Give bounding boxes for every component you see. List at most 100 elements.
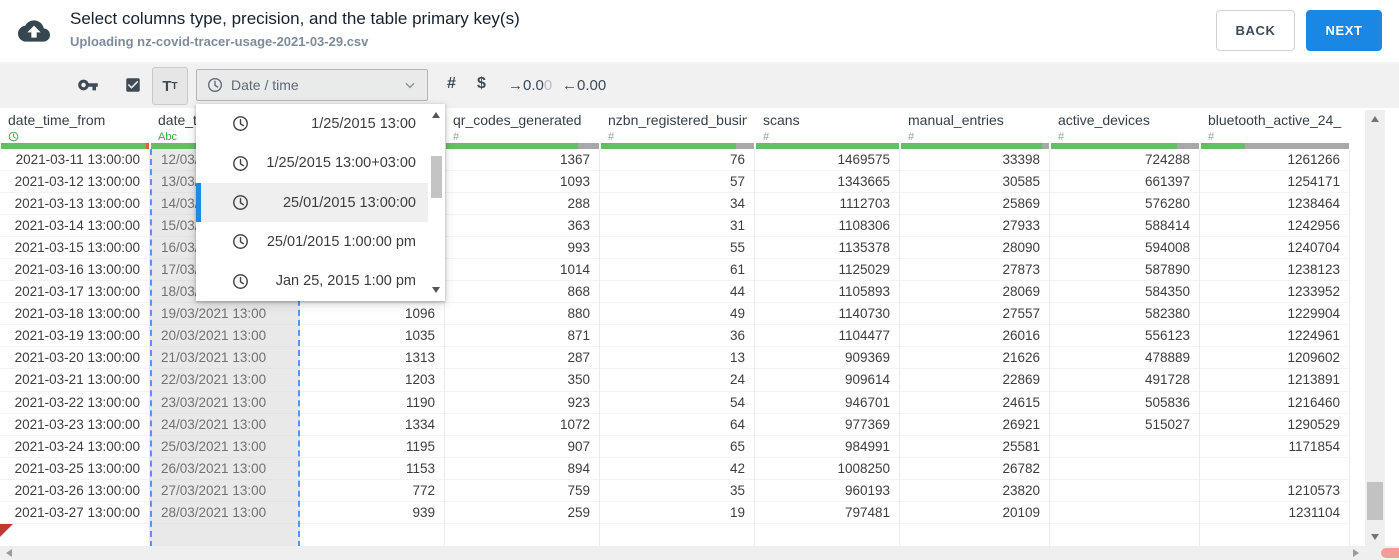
table-cell[interactable]: 28090 — [900, 237, 1049, 260]
table-cell[interactable]: 1104477 — [755, 325, 899, 348]
table-cell[interactable]: 1195 — [300, 436, 444, 458]
table-cell[interactable]: 909614 — [755, 369, 899, 392]
column-name[interactable]: bluetooth_active_24_hr_ — [1208, 112, 1342, 131]
table-cell[interactable]: 61 — [600, 259, 754, 282]
table-cell[interactable]: 287 — [445, 347, 599, 370]
scroll-up-icon[interactable] — [432, 112, 440, 118]
table-cell[interactable]: 19/03/2021 13:00 — [152, 303, 298, 326]
table-cell[interactable]: 1190 — [300, 392, 444, 414]
increase-decimals-button[interactable]: →0.00 — [508, 77, 552, 94]
table-cell[interactable]: 977369 — [755, 414, 899, 436]
table-cell[interactable]: 1313 — [300, 347, 444, 370]
table-cell[interactable]: 1216460 — [1200, 392, 1349, 414]
horizontal-scroll-thumb[interactable] — [1381, 548, 1399, 558]
table-cell[interactable]: 1469575 — [755, 149, 899, 172]
table-cell[interactable] — [1200, 458, 1349, 480]
table-cell[interactable]: 44 — [600, 281, 754, 304]
table-cell[interactable]: 584350 — [1050, 281, 1199, 304]
table-cell[interactable]: 2021-03-18 13:00:00 — [0, 303, 149, 326]
column-name[interactable]: nzbn_registered_busine — [608, 112, 747, 131]
table-cell[interactable]: 2021-03-16 13:00:00 — [0, 259, 149, 282]
table-cell[interactable]: 288 — [445, 193, 599, 216]
table-cell[interactable]: 65 — [600, 436, 754, 458]
column-cells[interactable]: 76 57 34 31 55 61 44 49 36 13 24 54 64 65 42 35 19 — [600, 149, 755, 547]
table-cell[interactable]: 556123 — [1050, 325, 1199, 348]
table-cell[interactable]: 491728 — [1050, 369, 1199, 392]
table-cell[interactable]: 57 — [600, 171, 754, 194]
table-cell[interactable]: 1135378 — [755, 237, 899, 260]
table-cell[interactable]: 22/03/2021 13:00 — [152, 369, 298, 392]
dropdown-option[interactable]: 25/01/2015 13:00:00 — [196, 182, 428, 223]
table-cell[interactable]: 1240704 — [1200, 237, 1349, 260]
next-button[interactable]: NEXT — [1306, 10, 1382, 51]
table-cell[interactable]: 30585 — [900, 171, 1049, 194]
table-cell[interactable]: 24615 — [900, 392, 1049, 414]
back-button[interactable]: BACK — [1216, 10, 1295, 51]
column-name[interactable]: active_devices — [1058, 112, 1192, 131]
table-cell[interactable]: 1153 — [300, 458, 444, 480]
table-cell[interactable]: 724288 — [1050, 149, 1199, 172]
table-cell[interactable]: 2021-03-17 13:00:00 — [0, 281, 149, 304]
primary-key-icon[interactable] — [77, 77, 99, 93]
vertical-scrollbar[interactable] — [1365, 110, 1385, 546]
table-cell[interactable]: 588414 — [1050, 215, 1199, 238]
table-cell[interactable]: 505836 — [1050, 392, 1199, 414]
column-cells[interactable]: 724288 661397 576280 588414 594008 587890 5843… — [1050, 149, 1200, 547]
table-cell[interactable]: 797481 — [755, 502, 899, 524]
table-cell[interactable]: 993 — [445, 237, 599, 260]
table-cell[interactable]: 1210573 — [1200, 480, 1349, 502]
scroll-up-icon[interactable] — [1371, 116, 1379, 122]
table-cell[interactable]: 35 — [600, 480, 754, 502]
text-format-button[interactable]: TT — [152, 67, 188, 105]
table-cell[interactable] — [1050, 458, 1199, 480]
table-cell[interactable]: 759 — [445, 480, 599, 502]
table-cell[interactable]: 1112703 — [755, 193, 899, 216]
table-cell[interactable]: 34 — [600, 193, 754, 216]
table-cell[interactable]: 25581 — [900, 436, 1049, 458]
table-cell[interactable]: 25/03/2021 13:00 — [152, 436, 298, 458]
column-name[interactable]: qr_codes_generated — [453, 112, 592, 131]
scroll-left-icon[interactable] — [6, 549, 12, 557]
table-cell[interactable]: 1125029 — [755, 259, 899, 282]
table-cell[interactable]: 2021-03-20 13:00:00 — [0, 347, 149, 370]
table-cell[interactable]: 27/03/2021 13:00 — [152, 480, 298, 502]
table-cell[interactable]: 2021-03-14 13:00:00 — [0, 215, 149, 238]
table-cell[interactable]: 28/03/2021 13:00 — [152, 502, 298, 524]
table-cell[interactable]: 2021-03-19 13:00:00 — [0, 325, 149, 348]
table-cell[interactable]: 1035 — [300, 325, 444, 348]
table-cell[interactable]: 960193 — [755, 480, 899, 502]
table-cell[interactable]: 27557 — [900, 303, 1049, 326]
table-cell[interactable]: 1171854 — [1200, 436, 1349, 458]
dropdown-scroll-thumb[interactable] — [431, 156, 442, 198]
column-name[interactable]: scans — [763, 112, 892, 131]
column-header[interactable]: nzbn_registered_busine # — [600, 108, 755, 143]
number-format-button[interactable]: # — [447, 75, 456, 93]
column-cells[interactable]: 1261266 1254171 1238464 1242956 1240704 12381… — [1200, 149, 1350, 547]
table-cell[interactable]: 909369 — [755, 347, 899, 370]
table-cell[interactable]: 1290529 — [1200, 414, 1349, 436]
table-cell[interactable]: 1072 — [445, 414, 599, 436]
column-header[interactable]: active_devices # — [1050, 108, 1200, 143]
table-cell[interactable]: 19 — [600, 502, 754, 524]
table-cell[interactable]: 2021-03-23 13:00:00 — [0, 414, 149, 436]
table-cell[interactable]: 42 — [600, 458, 754, 480]
table-cell[interactable]: 2021-03-15 13:00:00 — [0, 237, 149, 260]
checkbox-checked-icon[interactable] — [124, 76, 142, 94]
table-cell[interactable]: 2021-03-21 13:00:00 — [0, 369, 149, 392]
column-cells[interactable]: 33398 30585 25869 27933 28090 27873 28069 27557… — [900, 149, 1050, 547]
scroll-down-icon[interactable] — [1371, 534, 1379, 540]
table-cell[interactable]: 76 — [600, 149, 754, 172]
table-cell[interactable]: 1254171 — [1200, 171, 1349, 194]
currency-format-button[interactable]: $ — [477, 75, 486, 93]
column-cells[interactable]: 1367 1093 288 363 993 1014 868 880 871 287 350 923 1… — [445, 149, 600, 547]
table-cell[interactable]: 1233952 — [1200, 281, 1349, 304]
table-cell[interactable]: 1334 — [300, 414, 444, 436]
scroll-down-icon[interactable] — [432, 287, 440, 293]
table-cell[interactable]: 1238123 — [1200, 259, 1349, 282]
table-cell[interactable]: 20/03/2021 13:00 — [152, 325, 298, 348]
table-cell[interactable]: 2021-03-11 13:00:00 — [0, 149, 149, 172]
table-cell[interactable] — [1050, 480, 1199, 502]
table-cell[interactable]: 2021-03-25 13:00:00 — [0, 458, 149, 480]
table-cell[interactable]: 28069 — [900, 281, 1049, 304]
table-cell[interactable]: 1014 — [445, 259, 599, 282]
